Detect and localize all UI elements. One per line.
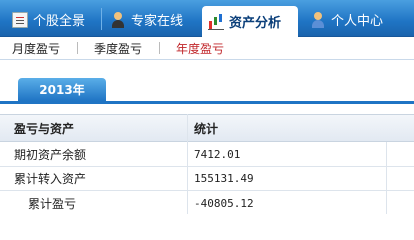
tab-personal-center[interactable]: 个人中心 bbox=[304, 5, 396, 34]
subtab-monthly[interactable]: 月度盈亏 bbox=[12, 40, 60, 57]
top-navigation-bar: 个股全景 专家在线 资产分析 个人中心 bbox=[0, 0, 414, 37]
row-label: 期初资产余额 bbox=[14, 148, 87, 162]
subtab-quarterly[interactable]: 季度盈亏 bbox=[94, 40, 142, 57]
table-row: 累计转入资产 155131.49 bbox=[0, 167, 414, 191]
subtab-divider bbox=[159, 42, 160, 54]
tab-divider bbox=[101, 8, 102, 30]
chart-icon bbox=[208, 14, 224, 30]
row-value: -40805.12 bbox=[194, 196, 254, 210]
year-tab-2013[interactable]: 2013年 bbox=[18, 78, 106, 101]
person-icon bbox=[310, 11, 326, 28]
document-icon bbox=[12, 11, 28, 28]
table-row: 期初资产余额 7412.01 bbox=[0, 143, 414, 167]
row-label: 累计盈亏 bbox=[28, 196, 77, 211]
table-header: 盈亏与资产 统计 bbox=[0, 114, 414, 142]
column-header-statistics: 统计 bbox=[194, 121, 219, 136]
tab-asset-analysis[interactable]: 资产分析 bbox=[202, 6, 298, 37]
tab-label: 个股全景 bbox=[33, 14, 86, 29]
row-value: 155131.49 bbox=[194, 172, 254, 185]
column-header-item: 盈亏与资产 bbox=[14, 121, 75, 136]
subtab-yearly[interactable]: 年度盈亏 bbox=[176, 40, 224, 57]
tab-stock-overview[interactable]: 个股全景 bbox=[6, 5, 98, 34]
tab-expert-online[interactable]: 专家在线 bbox=[104, 5, 196, 34]
subtab-divider bbox=[77, 42, 78, 54]
tab-label: 专家在线 bbox=[131, 14, 184, 29]
tab-label: 个人中心 bbox=[331, 14, 384, 29]
expert-icon bbox=[110, 11, 126, 28]
row-value: 7412.01 bbox=[194, 148, 241, 161]
tab-label: 资产分析 bbox=[229, 16, 282, 31]
row-label: 累计转入资产 bbox=[14, 172, 87, 186]
sub-navigation: 月度盈亏 季度盈亏 年度盈亏 bbox=[0, 37, 414, 60]
year-tab-strip: 2013年 bbox=[0, 78, 414, 104]
table-row: 累计盈亏 -40805.12 bbox=[0, 191, 414, 215]
